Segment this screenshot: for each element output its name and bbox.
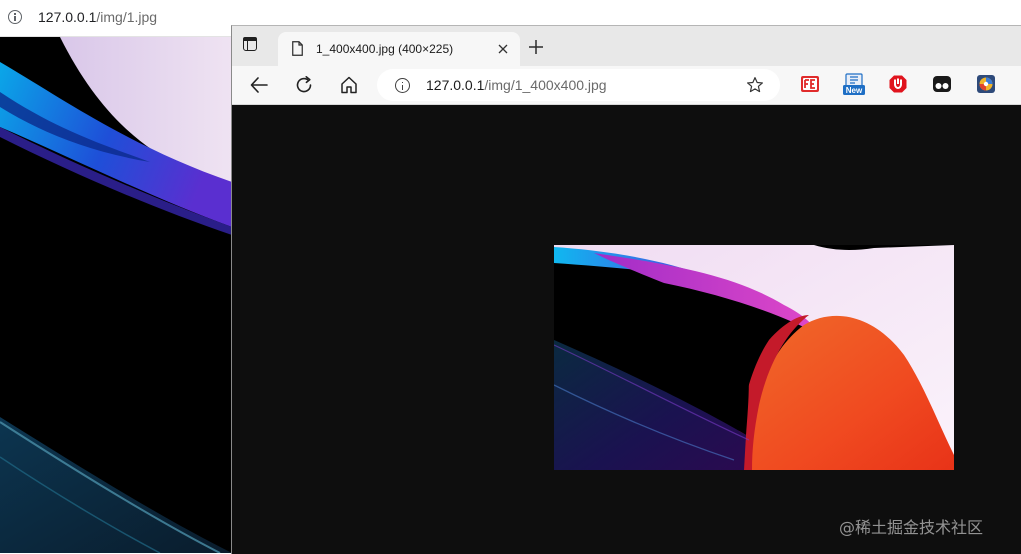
red-shield-extension-icon[interactable] xyxy=(888,74,908,94)
fe-extension-icon[interactable] xyxy=(800,74,820,94)
home-icon[interactable] xyxy=(339,75,359,95)
tab-strip: 1_400x400.jpg (400×225) xyxy=(232,26,1021,66)
image-viewer xyxy=(232,105,1021,554)
abstract-wave-image xyxy=(554,245,954,470)
star-icon[interactable] xyxy=(746,76,764,94)
displayed-image[interactable] xyxy=(554,245,954,470)
tampermonkey-extension-icon[interactable] xyxy=(932,74,952,94)
new-extension-icon[interactable]: New xyxy=(843,73,865,95)
info-icon[interactable] xyxy=(8,10,22,24)
toolbar: 127.0.0.1/img/1_400x400.jpg New xyxy=(232,66,1021,105)
url-text[interactable]: 127.0.0.1/img/1_400x400.jpg xyxy=(426,77,607,93)
background-abstract-image xyxy=(0,37,232,553)
info-icon[interactable] xyxy=(395,78,410,93)
svg-text:New: New xyxy=(846,86,863,95)
arrow-left-icon[interactable] xyxy=(249,75,269,95)
background-image-viewer xyxy=(0,37,232,553)
colorful-extension-icon[interactable] xyxy=(976,74,996,94)
active-tab[interactable]: 1_400x400.jpg (400×225) xyxy=(278,32,520,66)
background-url[interactable]: 127.0.0.1/img/1.jpg xyxy=(38,9,157,25)
plus-icon[interactable] xyxy=(529,40,543,54)
address-bar[interactable]: 127.0.0.1/img/1_400x400.jpg xyxy=(377,69,780,101)
tab-actions-icon[interactable] xyxy=(242,36,260,54)
refresh-icon[interactable] xyxy=(294,75,314,95)
page-icon xyxy=(292,41,303,56)
watermark: @稀土掘金技术社区 xyxy=(839,518,984,537)
close-icon[interactable] xyxy=(497,43,509,55)
browser-window: 1_400x400.jpg (400×225) 127.0.0.1/img/1_… xyxy=(231,25,1021,554)
tab-title: 1_400x400.jpg (400×225) xyxy=(316,42,454,56)
